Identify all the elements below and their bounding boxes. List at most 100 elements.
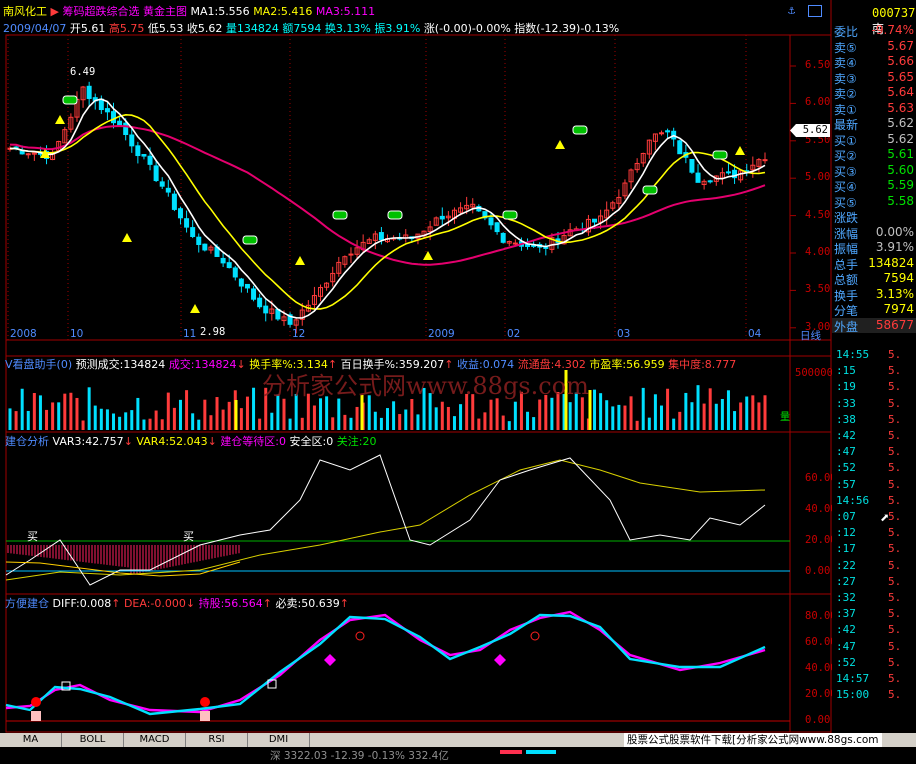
pred-volume: 预测成交:134824	[75, 358, 166, 371]
tick-time: :33	[836, 396, 856, 410]
candle-body	[762, 159, 768, 162]
volume-bar	[507, 421, 511, 430]
build-panel-title[interactable]: 建仓分析	[5, 435, 49, 448]
tick-row: :52 5.	[832, 656, 916, 671]
panel-top-icons: ⚓	[788, 3, 823, 17]
candle-body	[378, 232, 384, 241]
pin-icon[interactable]: ⚓	[788, 3, 795, 17]
status-text: 深 3322.03 -12.39 -0.13% 332.4亿	[270, 750, 449, 762]
volume-bar	[63, 393, 67, 430]
tick-time: :47	[836, 445, 856, 459]
tick-price: 5.	[888, 655, 902, 669]
tick-time: :32	[836, 591, 856, 604]
tick-time: :07	[836, 510, 856, 523]
quote-label: 买③	[834, 164, 857, 179]
volume-bar	[38, 395, 42, 430]
quote-value: 5.63	[887, 100, 914, 115]
vol-panel-title[interactable]: V看盘助手(0)	[5, 358, 72, 371]
buy-label-2: 买	[183, 530, 194, 543]
volume-bar	[209, 415, 213, 430]
volume-bar	[714, 403, 718, 430]
candle-body	[725, 171, 731, 174]
window-icon[interactable]	[808, 4, 823, 17]
volume-bar	[81, 420, 85, 430]
volume-bar	[568, 402, 572, 430]
quote-label: 卖②	[834, 87, 857, 101]
quote-value: 5.67	[887, 38, 914, 53]
volume-bar	[617, 404, 621, 430]
volume-bar	[495, 398, 499, 430]
volume-bar	[172, 407, 176, 430]
volume-bar	[605, 400, 609, 430]
volume-bar	[440, 401, 444, 430]
candle-body	[135, 145, 141, 157]
candle-body	[263, 305, 269, 314]
footer-link[interactable]: 股票公式股票软件下载[分析家公式网www.88gs.com	[624, 733, 882, 747]
tick-row: :37 5.	[832, 607, 916, 622]
tick-price: 5.	[888, 380, 902, 394]
candle-body	[677, 140, 683, 155]
volume-bar	[684, 392, 688, 430]
volume-bar	[720, 398, 724, 430]
volume-bar	[635, 420, 639, 430]
tick-time: 14:57	[836, 672, 870, 685]
quote-value: 7974	[883, 302, 914, 316]
volume-bar	[629, 396, 633, 430]
volume-bar	[733, 411, 737, 430]
time-axis-label: 10	[70, 328, 84, 340]
quote-value: 3.91%	[875, 240, 914, 254]
tick-row: :38 5.	[832, 413, 916, 428]
volume-bar	[483, 412, 487, 430]
tick-time: :47	[836, 639, 856, 653]
candle-body	[129, 134, 135, 147]
time-axis-label: 04	[748, 328, 762, 340]
volume-bar	[45, 409, 49, 430]
quote-value: -9.74%	[871, 23, 914, 37]
volume-bar	[154, 410, 158, 430]
tick-price: 5.	[888, 364, 902, 378]
dea-value: DEA:-0.000	[123, 597, 186, 610]
candle-body	[153, 165, 159, 182]
tab-ma[interactable]: MA	[0, 733, 62, 747]
quote-row: 卖① 5.63	[832, 100, 916, 117]
volume-bar	[148, 418, 152, 430]
quote-row: 外盘 58677	[832, 317, 916, 334]
price-axis-label: 3.50	[805, 283, 831, 296]
tick-row: :12 5.	[832, 526, 916, 541]
volume-bar	[185, 390, 189, 430]
quote-value: 134824	[868, 255, 914, 270]
fang-axis-label: 0.00	[805, 714, 831, 726]
volume-bar	[87, 387, 91, 430]
volume-bar	[538, 399, 542, 430]
signal-box	[572, 125, 588, 135]
volume-bar	[32, 392, 36, 430]
volume-bar	[166, 392, 170, 430]
volume-bar	[653, 394, 657, 430]
volume-bar	[227, 401, 231, 430]
tab-boll[interactable]: BOLL	[62, 733, 124, 747]
tick-price: 5.	[888, 639, 902, 653]
tab-rsi[interactable]: RSI	[186, 733, 248, 747]
volume-bar	[647, 417, 651, 430]
volume-bar	[8, 408, 12, 430]
volume-bar	[599, 393, 603, 430]
volume-bar	[20, 388, 24, 430]
tick-time: :37	[836, 607, 856, 621]
volume-bar	[379, 417, 383, 430]
pink-square	[31, 711, 41, 721]
volume-bar	[373, 411, 377, 430]
stock-code-value: 000737	[872, 6, 916, 20]
quote-label: 卖④	[834, 56, 857, 70]
tab-dmi[interactable]: DMI	[248, 733, 310, 747]
quote-row: 买⑤ 5.58	[832, 194, 916, 210]
low-price-label: 2.98	[200, 326, 226, 338]
buy-triangle	[555, 140, 565, 149]
tick-price: 5.	[888, 526, 902, 540]
tick-time: :52	[836, 461, 856, 475]
tick-time: :52	[836, 655, 856, 669]
volume-bar	[282, 398, 286, 430]
tab-macd[interactable]: MACD	[124, 733, 186, 747]
fang-panel-title[interactable]: 方便建仓	[5, 597, 49, 610]
quote-value: 5.65	[887, 69, 914, 84]
quote-value: 7594	[883, 271, 914, 285]
